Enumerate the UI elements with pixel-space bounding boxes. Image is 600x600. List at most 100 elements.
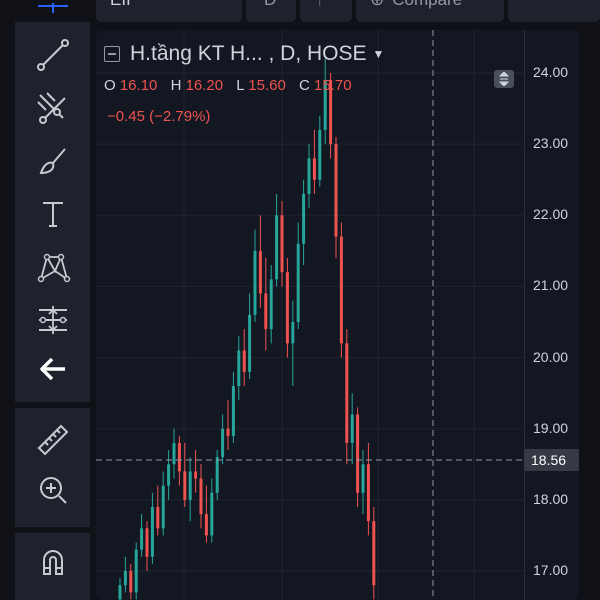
indicators-button[interactable]: ⫯ (300, 0, 352, 22)
candle-body (372, 521, 376, 586)
toolbar-divider (15, 527, 90, 533)
candle (248, 293, 252, 379)
price-axis[interactable]: 24.00 23.00 22.00 21.00 20.00 19.00 18.00 17.00 (524, 30, 579, 600)
candle (188, 457, 192, 522)
candle-body (302, 193, 306, 244)
low-value: 15.60 (248, 77, 286, 94)
open-value: 16.10 (119, 77, 158, 94)
fib-levels-icon (38, 306, 67, 334)
candle-body (350, 414, 354, 443)
candle-body (339, 236, 343, 344)
candle-body (361, 464, 365, 493)
candle-body (242, 350, 246, 372)
candle-body (231, 386, 235, 436)
pitchfork-tool[interactable] (15, 88, 90, 128)
price-tick-label: 22.00 (533, 206, 569, 223)
candle-body (150, 506, 154, 557)
candle (134, 542, 138, 600)
candle (334, 137, 338, 258)
candle (156, 485, 160, 536)
candle (199, 464, 203, 529)
collapse-icon[interactable] (104, 46, 120, 62)
candle (285, 257, 289, 358)
candle (221, 414, 225, 465)
candle-body (248, 314, 252, 372)
pattern-tool[interactable] (15, 247, 90, 287)
toolbar-divider (15, 402, 90, 408)
ruler-tool[interactable] (15, 420, 90, 460)
symbol-label: EII (110, 0, 131, 10)
candle (350, 393, 354, 465)
price-tick-label: 23.00 (533, 135, 569, 152)
arrow-left-icon (39, 357, 65, 381)
add-button[interactable] (508, 0, 600, 22)
candle (210, 478, 214, 543)
candle (237, 336, 241, 401)
text-tool[interactable] (15, 194, 90, 234)
candle-body (199, 478, 203, 515)
close-label: C (298, 77, 310, 94)
candle (118, 578, 122, 600)
trend-line-tool[interactable] (15, 35, 90, 75)
candle (242, 329, 246, 387)
fib-tool[interactable] (15, 300, 90, 340)
crosshair-tool-top[interactable] (36, 0, 70, 13)
candle-body (356, 414, 360, 493)
expand-vertical-icon (499, 72, 509, 86)
symbol-search-button[interactable]: EII (96, 0, 242, 22)
text-icon (42, 202, 63, 227)
candle-body (140, 528, 144, 550)
candle-body (296, 243, 300, 322)
price-tick-label: 21.00 (533, 277, 569, 294)
crosshair-price-label: 18.56 (524, 449, 579, 472)
compare-button[interactable]: ⊕ Compare (356, 0, 504, 22)
chevron-down-icon[interactable]: ▼ (373, 47, 385, 61)
ruler-icon (37, 424, 68, 456)
candle (204, 485, 208, 543)
candle (323, 58, 327, 145)
pitchfork-icon (36, 92, 66, 124)
candle-body (210, 492, 214, 536)
symbol-title: H.tầng KT H... , D, HOSE (130, 42, 367, 65)
open-label: O (104, 77, 116, 94)
candle (269, 265, 273, 344)
candle-body (269, 279, 273, 330)
candle (231, 371, 235, 443)
compare-icon: ⊕ (370, 0, 384, 10)
pattern-icon (37, 253, 70, 283)
indicators-icon: ⫯ (316, 0, 323, 9)
candle-body (280, 215, 284, 273)
interval-button[interactable]: D (246, 0, 296, 22)
candle (280, 201, 284, 287)
candle (318, 115, 322, 187)
back-arrow-tool[interactable] (15, 349, 90, 389)
candle-body (188, 471, 192, 500)
candle-body (253, 250, 257, 315)
candle (372, 506, 376, 600)
candle-body (123, 571, 127, 586)
magnet-tool[interactable] (15, 542, 90, 582)
high-label: H (170, 77, 182, 94)
zoom-in-tool[interactable] (15, 470, 90, 510)
price-tick-label: 17.00 (533, 562, 569, 578)
brush-icon (39, 148, 66, 175)
candle-body (204, 514, 208, 536)
chart-pane[interactable]: H.tầng KT H... , D, HOSE ▼ O 16.10 H 16.… (96, 30, 579, 600)
price-tick-label: 24.00 (533, 64, 569, 80)
candle-body (156, 506, 160, 529)
candle (307, 144, 311, 209)
symbol-legend[interactable]: H.tầng KT H... , D, HOSE ▼ (104, 42, 384, 66)
candle-body (366, 464, 370, 522)
candle-body (145, 528, 149, 557)
candle (302, 179, 306, 266)
candle-body (226, 428, 230, 436)
price-tick-label: 20.00 (533, 348, 569, 365)
brush-tool[interactable] (15, 141, 90, 181)
candle-body (345, 343, 349, 443)
candle-body (129, 571, 133, 593)
scale-toggle-button[interactable] (494, 70, 514, 88)
more-tools[interactable] (15, 582, 90, 600)
candle (161, 471, 165, 536)
candle-body (161, 485, 165, 529)
candle (264, 257, 268, 351)
